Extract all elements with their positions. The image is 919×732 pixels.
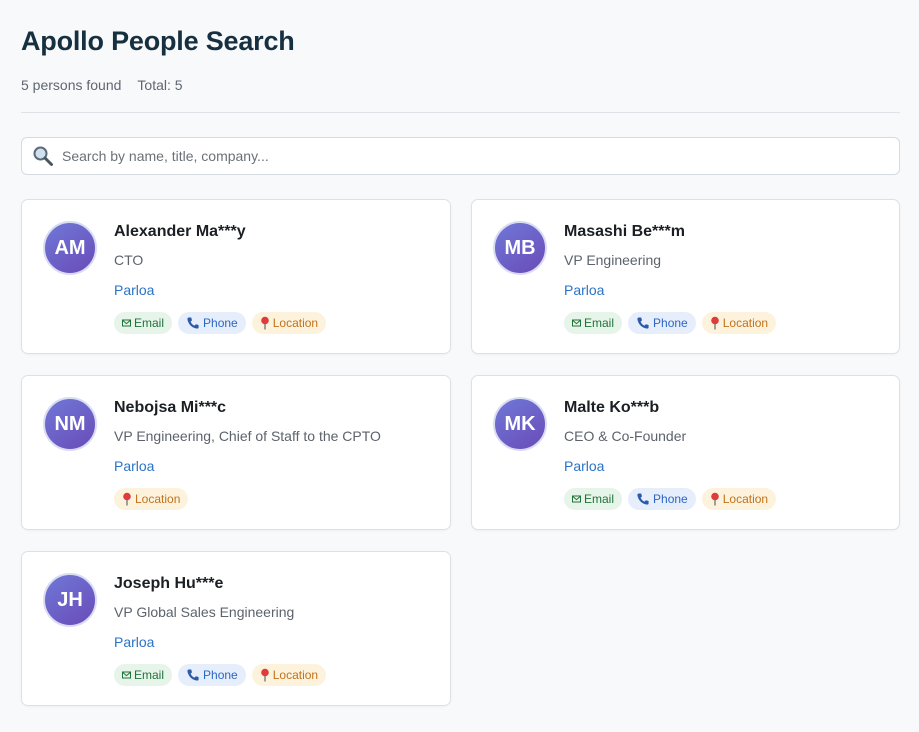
envelope-icon <box>122 319 131 327</box>
pin-icon <box>260 668 270 682</box>
envelope-icon <box>572 319 581 327</box>
email-tag-label: Email <box>134 316 165 330</box>
pin-icon <box>122 492 132 506</box>
phone-icon <box>636 492 650 506</box>
email-tag[interactable]: Email <box>564 312 623 334</box>
phone-tag[interactable]: Phone <box>628 488 696 510</box>
avatar: JH <box>43 573 97 627</box>
person-name: Malte Ko***b <box>564 399 660 416</box>
person-card[interactable]: MK Malte Ko***b CEO & Co-Founder Parloa … <box>471 375 900 530</box>
location-tag-label: Location <box>722 316 769 330</box>
company-link[interactable]: Parloa <box>114 282 154 300</box>
avatar: MB <box>493 221 547 275</box>
person-title: CTO <box>114 252 144 268</box>
phone-tag-label: Phone <box>653 316 688 330</box>
location-tag-label: Location <box>272 316 319 330</box>
person-name: Masashi Be***m <box>564 223 685 240</box>
phone-tag[interactable]: Phone <box>178 664 246 686</box>
total-count: Total: 5 <box>137 77 183 93</box>
pin-icon <box>710 492 720 506</box>
email-tag-label: Email <box>584 492 615 506</box>
person-card[interactable]: NM Nebojsa Mi***c VP Engineering, Chief … <box>21 375 451 530</box>
phone-tag-label: Phone <box>653 492 688 506</box>
company-link[interactable]: Parloa <box>564 282 604 300</box>
company-link[interactable]: Parloa <box>564 458 604 476</box>
contact-tags: Email Phone Location <box>564 488 887 510</box>
location-tag[interactable]: Location <box>701 312 777 334</box>
location-tag[interactable]: Location <box>251 664 327 686</box>
page-title: Apollo People Search <box>21 26 295 56</box>
contact-tags: Email Phone Location <box>114 312 438 334</box>
avatar: NM <box>43 397 97 451</box>
header-divider <box>21 112 900 113</box>
phone-icon <box>186 668 200 682</box>
phone-tag-label: Phone <box>203 668 238 682</box>
email-tag-label: Email <box>134 668 165 682</box>
person-title: VP Engineering <box>564 252 662 268</box>
person-name: Nebojsa Mi***c <box>114 399 227 416</box>
contact-tags: Location <box>114 488 438 510</box>
company-link[interactable]: Parloa <box>114 634 154 652</box>
person-title: VP Global Sales Engineering <box>114 604 295 620</box>
location-tag[interactable]: Location <box>251 312 327 334</box>
person-name: Alexander Ma***y <box>114 223 246 240</box>
phone-tag[interactable]: Phone <box>628 312 696 334</box>
phone-icon <box>636 316 650 330</box>
email-tag[interactable]: Email <box>114 664 173 686</box>
contact-tags: Email Phone Location <box>114 664 438 686</box>
phone-tag[interactable]: Phone <box>178 312 246 334</box>
persons-found-count: 5 persons found <box>21 77 122 93</box>
contact-tags: Email Phone Location <box>564 312 887 334</box>
person-card[interactable]: MB Masashi Be***m VP Engineering Parloa … <box>471 199 900 354</box>
magnifier-icon <box>32 145 54 167</box>
people-grid: AM Alexander Ma***y CTO Parloa Email Pho… <box>21 199 900 706</box>
search-bar[interactable] <box>21 137 900 175</box>
envelope-icon <box>572 495 581 503</box>
location-tag[interactable]: Location <box>114 488 189 510</box>
company-link[interactable]: Parloa <box>114 458 154 476</box>
email-tag-label: Email <box>584 316 615 330</box>
avatar: MK <box>493 397 547 451</box>
result-stats: 5 persons found Total: 5 <box>21 77 183 93</box>
location-tag[interactable]: Location <box>701 488 777 510</box>
person-title: CEO & Co-Founder <box>564 428 687 444</box>
page: Apollo People Search 5 persons found Tot… <box>0 0 919 732</box>
person-title: VP Engineering, Chief of Staff to the CP… <box>114 428 381 444</box>
location-tag-label: Location <box>722 492 769 506</box>
location-tag-label: Location <box>135 492 181 506</box>
location-tag-label: Location <box>272 668 319 682</box>
person-name: Joseph Hu***e <box>114 575 224 592</box>
email-tag[interactable]: Email <box>564 488 623 510</box>
envelope-icon <box>122 671 131 679</box>
person-card[interactable]: AM Alexander Ma***y CTO Parloa Email Pho… <box>21 199 451 354</box>
pin-icon <box>710 316 720 330</box>
email-tag[interactable]: Email <box>114 312 173 334</box>
phone-icon <box>186 316 200 330</box>
pin-icon <box>260 316 270 330</box>
search-input[interactable] <box>62 148 899 164</box>
person-card[interactable]: JH Joseph Hu***e VP Global Sales Enginee… <box>21 551 451 706</box>
avatar: AM <box>43 221 97 275</box>
phone-tag-label: Phone <box>203 316 238 330</box>
